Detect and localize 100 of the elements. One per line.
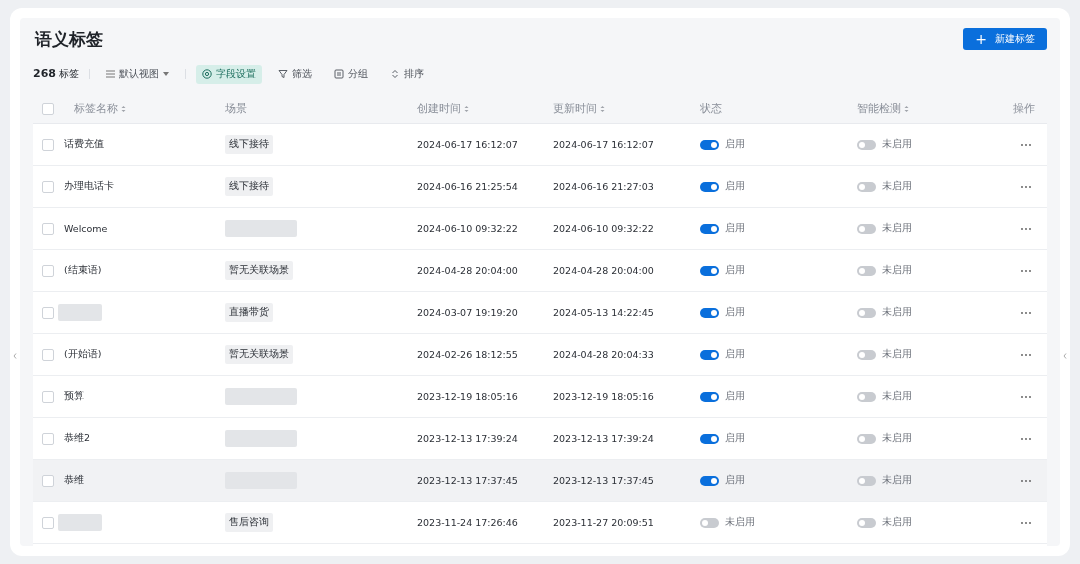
chevron-left-icon — [1063, 353, 1067, 359]
status-toggle[interactable] — [700, 475, 719, 486]
detection-toggle[interactable] — [857, 475, 876, 486]
status-toggle[interactable] — [700, 139, 719, 150]
checkbox[interactable] — [42, 222, 54, 235]
created-time: 2024-04-28 20:04:00 — [417, 265, 519, 276]
sort-icon[interactable] — [904, 105, 909, 113]
tag-name: 恭维2 — [64, 432, 92, 445]
column-header: 场景 — [225, 102, 247, 116]
checkbox[interactable] — [42, 138, 54, 151]
created-time: 2024-03-07 19:19:20 — [417, 307, 519, 318]
detection-toggle[interactable] — [857, 223, 876, 234]
view-dropdown[interactable]: 默认视图 — [100, 64, 176, 84]
toolbar-button[interactable]: 筛选 — [272, 64, 319, 84]
status-toggle[interactable] — [700, 517, 719, 528]
checkbox[interactable] — [42, 306, 54, 319]
more-icon — [1021, 185, 1031, 188]
detection-toggle[interactable] — [857, 307, 876, 318]
more-icon — [1021, 521, 1031, 524]
detection-toggle[interactable] — [857, 517, 876, 528]
detection-toggle[interactable] — [857, 433, 876, 444]
status-label: 启用 — [725, 222, 745, 235]
more-icon — [1021, 437, 1031, 440]
status-label: 启用 — [725, 306, 745, 319]
status-toggle[interactable] — [700, 307, 719, 318]
group-icon — [334, 69, 345, 79]
caret-icon — [163, 72, 170, 76]
detection-label: 未启用 — [882, 306, 912, 319]
redacted-block — [58, 304, 102, 321]
sort-icon[interactable] — [464, 105, 469, 113]
detection-label: 未启用 — [882, 516, 912, 529]
checkbox[interactable] — [42, 432, 54, 445]
detection-label: 未启用 — [882, 474, 912, 487]
detection-toggle[interactable] — [857, 265, 876, 276]
tag-name: 话费充值 — [64, 138, 105, 151]
more-icon — [1021, 353, 1031, 356]
tag-name: 预算 — [64, 390, 85, 403]
created-time: 2024-06-17 16:12:07 — [417, 139, 519, 150]
checkbox[interactable] — [42, 264, 54, 277]
tag-name: 恭维 — [64, 474, 85, 487]
status-label: 启用 — [725, 432, 745, 445]
more-button[interactable] — [1019, 183, 1033, 190]
more-icon — [1021, 269, 1031, 272]
chevron-left-icon — [13, 353, 17, 359]
created-time: 2024-06-10 09:32:22 — [417, 223, 519, 234]
checkbox[interactable] — [42, 390, 54, 403]
status-label: 启用 — [725, 264, 745, 277]
status-toggle[interactable] — [700, 433, 719, 444]
checkbox[interactable] — [42, 180, 54, 193]
detection-label: 未启用 — [882, 180, 912, 193]
redacted-block — [225, 220, 297, 237]
more-button[interactable] — [1019, 435, 1033, 442]
sort-icon[interactable] — [121, 105, 126, 113]
updated-time: 2024-06-10 09:32:22 — [553, 223, 655, 234]
tag-name: (开始语) — [64, 348, 103, 361]
scene-tag: 售后咨询 — [225, 513, 273, 532]
more-button[interactable] — [1019, 225, 1033, 232]
table-row[interactable]: 恭维 2023-12-13 17:37:45 2023-12-13 17:37:45 启用 未启用 — [33, 460, 1047, 502]
more-icon — [1021, 143, 1031, 146]
detection-toggle[interactable] — [857, 181, 876, 192]
scene-tag: 直播带货 — [225, 303, 273, 322]
more-button[interactable] — [1019, 267, 1033, 274]
scene-tag: 暂无关联场景 — [225, 261, 293, 280]
checkbox[interactable] — [42, 516, 54, 529]
status-label: 启用 — [725, 390, 745, 403]
more-icon — [1021, 395, 1031, 398]
more-button[interactable] — [1019, 141, 1033, 148]
sort-icon[interactable] — [600, 105, 605, 113]
toolbar-button[interactable]: 字段设置 — [196, 64, 263, 84]
status-label: 启用 — [725, 138, 745, 151]
more-button[interactable] — [1019, 519, 1033, 526]
detection-toggle[interactable] — [857, 349, 876, 360]
detection-toggle[interactable] — [857, 391, 876, 402]
status-toggle[interactable] — [700, 391, 719, 402]
checkbox[interactable] — [42, 348, 54, 361]
scene-tag: 暂无关联场景 — [225, 345, 293, 364]
scene-tag: 线下接待 — [225, 135, 273, 154]
more-button[interactable] — [1019, 477, 1033, 484]
filter-icon — [278, 69, 289, 79]
more-button[interactable] — [1019, 309, 1033, 316]
detection-toggle[interactable] — [857, 139, 876, 150]
status-toggle[interactable] — [700, 265, 719, 276]
toolbar-button[interactable]: 排序 — [384, 64, 431, 84]
status-label: 启用 — [725, 348, 745, 361]
created-time: 2024-02-26 18:12:55 — [417, 349, 519, 360]
more-button[interactable] — [1019, 393, 1033, 400]
new-tag-button[interactable]: + 新建标签 — [963, 28, 1047, 50]
checkbox[interactable] — [42, 474, 54, 487]
detection-label: 未启用 — [882, 348, 912, 361]
updated-time: 2024-05-13 14:22:45 — [553, 307, 655, 318]
updated-time: 2023-12-19 18:05:16 — [553, 391, 655, 402]
created-time: 2023-12-19 18:05:16 — [417, 391, 519, 402]
status-toggle[interactable] — [700, 181, 719, 192]
more-button[interactable] — [1019, 351, 1033, 358]
checkbox[interactable] — [42, 103, 54, 115]
toolbar-button[interactable]: 分组 — [328, 64, 375, 84]
status-toggle[interactable] — [700, 349, 719, 360]
updated-time: 2023-12-13 17:39:24 — [553, 433, 655, 444]
created-time: 2023-12-13 17:37:45 — [417, 475, 519, 486]
status-toggle[interactable] — [700, 223, 719, 234]
